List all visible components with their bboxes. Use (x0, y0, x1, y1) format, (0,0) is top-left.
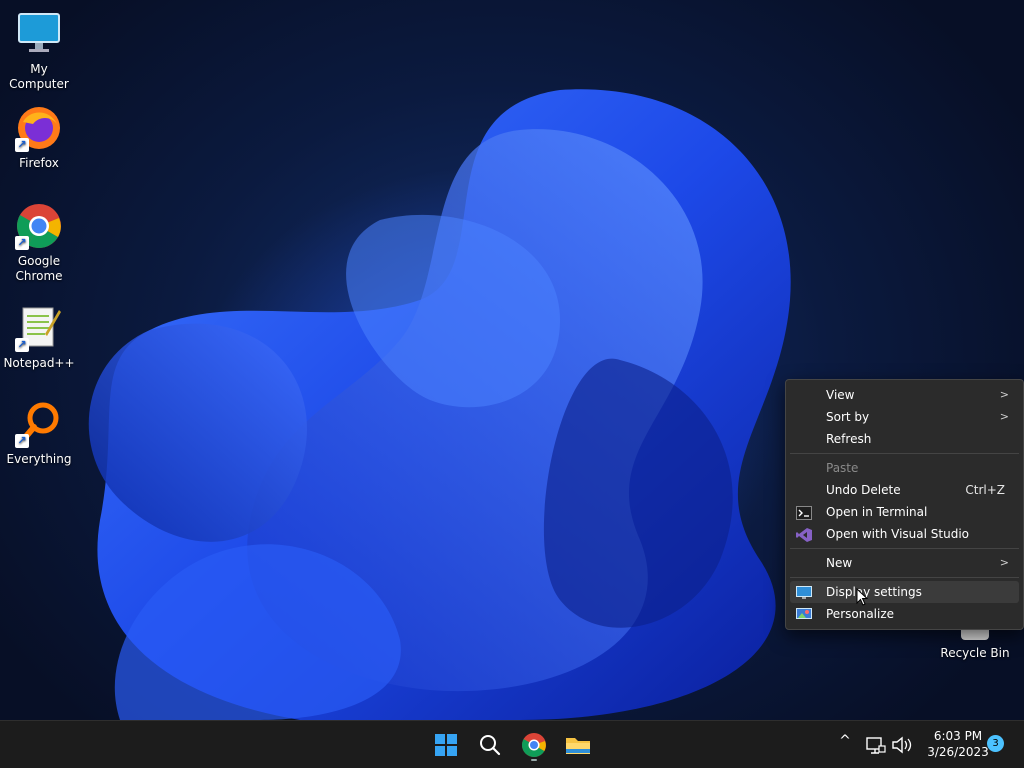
desktop-icon-firefox[interactable]: ↗ Firefox (0, 104, 78, 171)
menu-item-label: View (826, 388, 855, 402)
menu-item-label: Undo Delete (826, 483, 901, 497)
menu-item-label: Personalize (826, 607, 895, 621)
desktop-icon-label: Notepad++ (3, 356, 75, 370)
desktop-context-menu: View > Sort by > Refresh Paste Undo Dele… (785, 379, 1024, 630)
clock-date[interactable]: 3/26/2023 (918, 745, 998, 759)
firefox-icon: ↗ (15, 104, 63, 152)
menu-item-label: Display settings (826, 585, 922, 599)
visual-studio-icon (796, 527, 812, 542)
menu-item-personalize[interactable]: Personalize (790, 603, 1019, 625)
desktop-icon-label: Everything (6, 452, 72, 466)
shortcut-arrow-icon: ↗ (15, 338, 29, 352)
menu-item-view[interactable]: View > (790, 384, 1019, 406)
desktop-icon-google-chrome[interactable]: ↗ Google Chrome (0, 202, 78, 284)
menu-separator (790, 548, 1019, 549)
taskbar: ^ 6:03 PM 3/26/2023 (0, 720, 1024, 768)
windows-start-icon[interactable] (430, 729, 462, 761)
menu-item-display-settings[interactable]: Display settings (790, 581, 1019, 603)
desktop-icon-my-computer[interactable]: My Computer (0, 10, 78, 92)
menu-item-label: Sort by (826, 410, 870, 424)
desktop-icon-everything[interactable]: ↗ Everything (0, 400, 78, 467)
search-magnifier-icon: ↗ (15, 400, 63, 448)
notification-badge[interactable]: 3 (987, 735, 1004, 752)
menu-item-sort-by[interactable]: Sort by > (790, 406, 1019, 428)
shortcut-arrow-icon: ↗ (15, 138, 29, 152)
chrome-icon[interactable] (518, 729, 550, 761)
menu-item-new[interactable]: New > (790, 552, 1019, 574)
notepadpp-icon: ↗ (15, 304, 63, 352)
monitor-icon (15, 10, 63, 58)
chrome-icon: ↗ (15, 202, 63, 250)
mouse-cursor-icon (856, 587, 869, 606)
display-icon (796, 585, 812, 599)
menu-separator (790, 577, 1019, 578)
volume-icon[interactable] (890, 729, 914, 761)
desktop-icon-label: My Computer (9, 62, 69, 91)
network-icon[interactable] (864, 729, 888, 761)
menu-item-open-with-visual-studio[interactable]: Open with Visual Studio (790, 523, 1019, 545)
personalize-icon (796, 607, 812, 621)
tray-chevron-up-icon[interactable]: ^ (836, 733, 854, 749)
shortcut-arrow-icon: ↗ (15, 236, 29, 250)
chevron-right-icon: > (999, 556, 1009, 569)
chevron-right-icon: > (999, 388, 1009, 401)
menu-item-paste[interactable]: Paste (790, 457, 1019, 479)
menu-item-label: Refresh (826, 432, 872, 446)
desktop-icon-label: Recycle Bin (940, 646, 1010, 660)
desktop-icon-label: Google Chrome (15, 254, 63, 283)
chevron-right-icon: > (999, 410, 1009, 423)
desktop-icon-notepadpp[interactable]: ↗ Notepad++ (0, 304, 78, 371)
menu-item-refresh[interactable]: Refresh (790, 428, 1019, 450)
clock-time[interactable]: 6:03 PM (918, 729, 998, 743)
menu-item-label: Paste (826, 461, 859, 475)
file-explorer-icon[interactable] (562, 729, 594, 761)
menu-item-shortcut: Ctrl+Z (965, 483, 1005, 497)
shortcut-arrow-icon: ↗ (15, 434, 29, 448)
menu-item-label: Open in Terminal (826, 505, 928, 519)
terminal-icon (796, 505, 812, 520)
menu-item-label: Open with Visual Studio (826, 527, 969, 541)
desktop-icon-label: Firefox (19, 156, 59, 170)
search-icon[interactable] (474, 729, 506, 761)
menu-separator (790, 453, 1019, 454)
menu-item-open-in-terminal[interactable]: Open in Terminal (790, 501, 1019, 523)
menu-item-undo-delete[interactable]: Undo Delete Ctrl+Z (790, 479, 1019, 501)
menu-item-label: New (826, 556, 853, 570)
